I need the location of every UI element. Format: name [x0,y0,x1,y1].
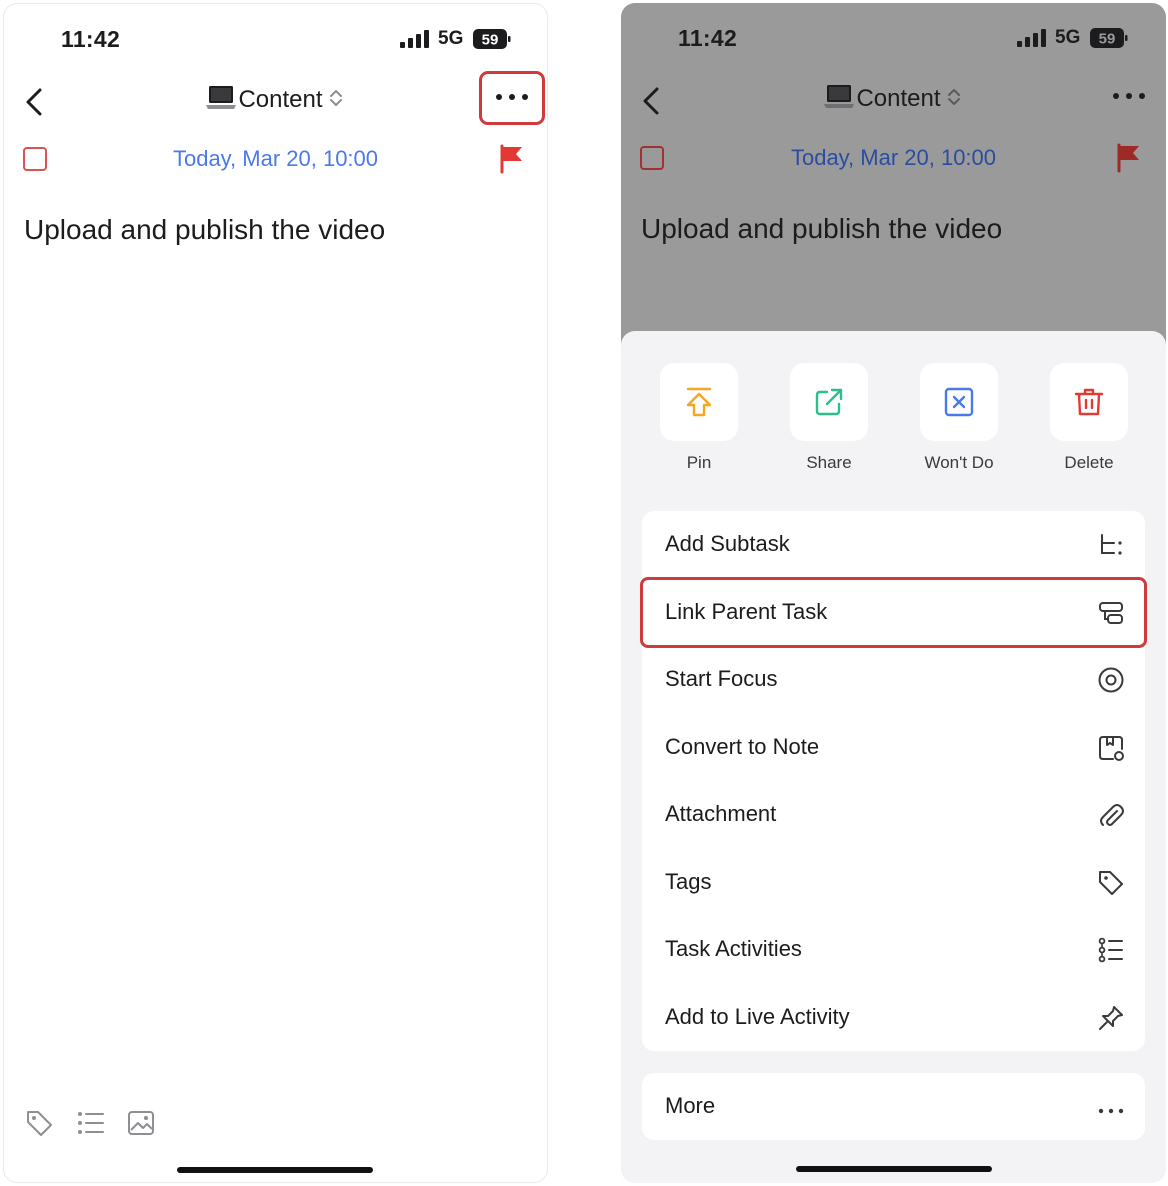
note-icon [1099,735,1124,761]
menu-item-link-parent-task[interactable]: Link Parent Task [640,576,1147,648]
list-title: Content [238,86,323,113]
pin-label: Pin [686,453,712,472]
network-label: 5G [438,28,464,49]
link-parent-icon [1099,601,1123,624]
tag-icon [1099,870,1123,895]
status-bar: 11:42 5G 59 [621,3,1166,73]
task-title[interactable]: Upload and publish the video [24,214,385,246]
menu-item-task-activities[interactable]: Task Activities [642,916,1145,984]
task-meta-row: Today, Mar 20, 10:00 [4,144,547,180]
list-selector: Content [621,83,1166,113]
priority-flag-icon [1117,143,1139,173]
subtask-icon [1101,534,1122,555]
more-card: More [642,1073,1145,1140]
trash-icon [1074,388,1104,416]
priority-flag-icon[interactable] [498,144,526,174]
laptop-icon [206,86,237,109]
checklist-icon[interactable] [76,1108,106,1138]
due-date: Today, Mar 20, 10:00 [790,145,997,170]
delete-label: Delete [1064,453,1114,472]
laptop-icon [824,85,855,108]
battery-icon: 59 [1090,28,1128,48]
nav-bar: Content [4,71,547,130]
nav-bar: Content [621,73,1166,129]
share-icon [815,388,843,416]
menu-item-start-focus[interactable]: Start Focus [642,646,1145,714]
pushpin-icon [1099,1005,1123,1030]
chevron-updown-icon [947,89,960,105]
delete-action[interactable]: Delete [1044,363,1134,473]
menu-item-add-to-live-activity[interactable]: Add to Live Activity [642,984,1145,1052]
more-options-button[interactable] [479,71,545,125]
wont-do-action[interactable]: Won't Do [914,363,1004,473]
home-indicator [796,1166,992,1172]
ellipsis-icon [496,94,528,100]
pin-icon [686,387,712,417]
menu-label: Task Activities [665,936,802,961]
options-list: Add Subtask Link Parent Task Start Focus… [640,511,1147,1052]
battery-level: 59 [482,32,499,49]
ellipsis-icon [1113,93,1145,99]
menu-label: Attachment [665,801,777,826]
battery-level: 59 [1099,31,1116,48]
chevron-updown-icon [329,90,342,106]
focus-icon [1098,667,1124,693]
home-indicator [177,1167,373,1173]
task-detail-screen: 11:42 5G 59 Content Today, Mar 20, 10:00… [3,3,548,1183]
signal-icon [1017,29,1046,47]
network-label: 5G [1055,27,1081,48]
status-time: 11:42 [678,25,738,51]
wont-do-icon [944,387,974,417]
menu-label: Start Focus [665,666,778,691]
battery-icon: 59 [473,29,511,49]
dimmed-background[interactable]: 11:42 5G 59 Content Today, Mar 20, 10:00… [621,3,1166,353]
wont-do-label: Won't Do [924,453,994,472]
menu-item-convert-to-note[interactable]: Convert to Note [642,714,1145,782]
activities-icon [1098,937,1123,963]
task-meta-row: Today, Mar 20, 10:00 [621,143,1166,179]
menu-item-add-subtask[interactable]: Add Subtask [642,511,1145,579]
status-bar: 11:42 5G 59 [4,4,547,74]
list-selector[interactable]: Content [4,84,547,114]
tag-icon[interactable] [24,1108,54,1138]
menu-label: Add to Live Activity [665,1003,850,1029]
menu-label: More [665,1093,716,1118]
menu-item-tags[interactable]: Tags [642,849,1145,917]
share-label: Share [806,453,852,472]
menu-label: Link Parent Task [665,598,828,624]
menu-label: Add Subtask [665,531,790,556]
pin-action[interactable]: Pin [654,363,744,473]
editor-toolbar [24,1108,164,1142]
list-title: Content [856,85,941,112]
menu-label: Convert to Note [665,733,820,759]
task-options-screen: 11:42 5G 59 Content Today, Mar 20, 10:00… [621,3,1166,1183]
status-time: 11:42 [61,26,121,52]
paperclip-icon [1100,804,1124,826]
signal-icon [400,30,429,48]
ellipsis-icon [1098,1108,1124,1114]
action-sheet: Pin Share Won't Do Delete Add Subtask Li… [621,331,1166,1183]
share-action[interactable]: Share [784,363,874,473]
more-options-button [1099,73,1159,121]
image-icon[interactable] [126,1108,156,1138]
due-date[interactable]: Today, Mar 20, 10:00 [4,146,547,172]
task-title: Upload and publish the video [641,213,1003,244]
menu-item-attachment[interactable]: Attachment [642,781,1145,849]
menu-label: Tags [665,868,712,894]
menu-item-more[interactable]: More [642,1073,1145,1141]
